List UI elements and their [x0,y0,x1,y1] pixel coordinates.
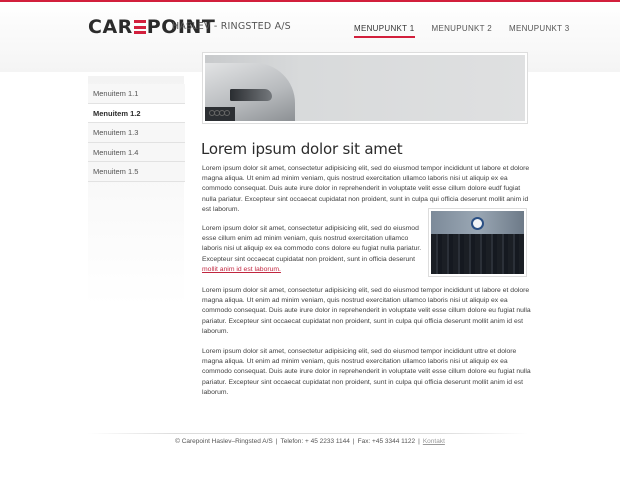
footer-fax: Fax: +45 3344 1122 [357,438,416,445]
paragraph-2-text: Lorem ipsum dolor sit amet, consectetur … [202,225,422,263]
footer: © Carepoint Haslev–Ringsted A/S | Telefon:… [175,438,445,445]
nav-menupunkt-3[interactable]: MENUPUNKT 3 [509,24,570,38]
car-image [205,55,525,121]
inline-link[interactable]: mollit anim id est laborum. [202,266,281,273]
footer-company: © Carepoint Haslev–Ringsted A/S [175,438,273,445]
team-photo [428,208,527,277]
nav-menupunkt-2[interactable]: MENUPUNKT 2 [432,24,493,38]
nav-menupunkt-1[interactable]: MENUPUNKT 1 [354,24,415,38]
sidebar-item-1-2[interactable]: Menuitem 1.2 [88,103,185,123]
vw-logo-icon [471,217,484,230]
paragraph-4: Lorem ipsum dolor sit amet, consectetur … [202,348,531,396]
tagline: HASLEV - RINGSTED A/S [172,21,291,32]
sidebar-menu: Menuitem 1.1 Menuitem 1.2 Menuitem 1.3 M… [88,84,185,182]
sidebar-item-1-3[interactable]: Menuitem 1.3 [88,123,185,143]
sidebar-item-1-4[interactable]: Menuitem 1.4 [88,142,185,162]
hero-banner [202,52,528,124]
top-navigation: MENUPUNKT 1 MENUPUNKT 2 MENUPUNKT 3 [354,24,587,38]
footer-phone: Telefon: + 45 2233 1144 [280,438,350,445]
sidebar-item-1-5[interactable]: Menuitem 1.5 [88,162,185,182]
paragraph-2: Lorem ipsum dolor sit amet, consectetur … [202,224,422,275]
footer-divider [88,433,528,434]
footer-contact-link[interactable]: Kontakt [423,438,445,445]
logo-e-mark [133,20,146,34]
sidebar-item-1-1[interactable]: Menuitem 1.1 [88,84,185,104]
paragraph-3: Lorem ipsum dolor sit amet, consectetur … [202,287,531,335]
page-title: Lorem ipsum dolor sit amet [201,140,403,158]
